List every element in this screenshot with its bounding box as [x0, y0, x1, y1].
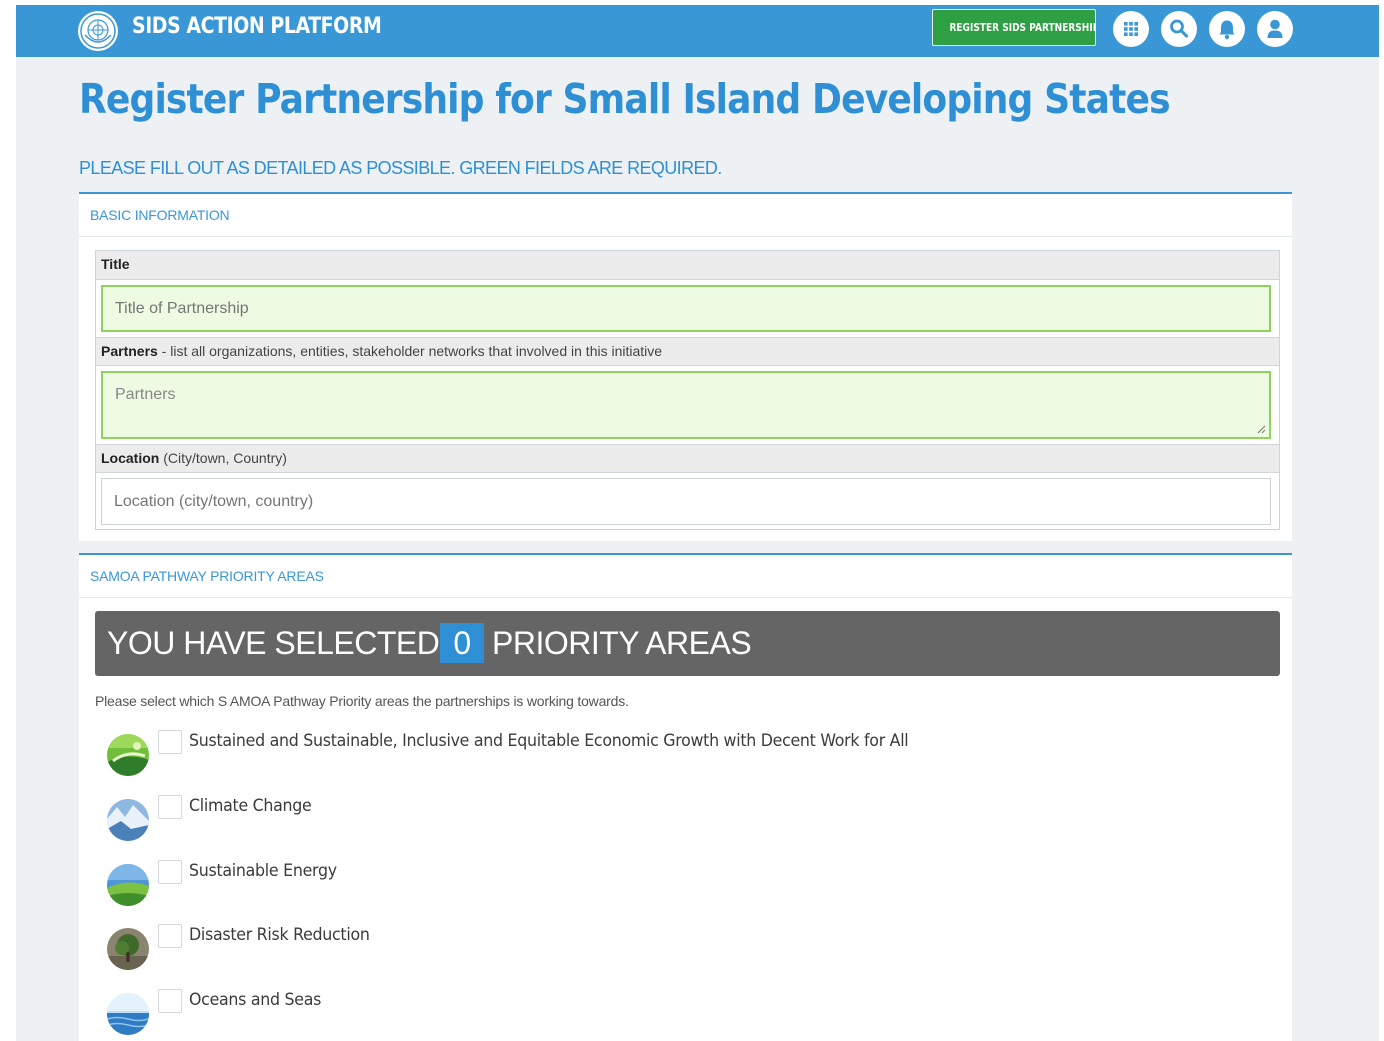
partners-label: Partners [101, 343, 158, 359]
sustainable-energy-image [107, 864, 149, 906]
priority-area-checkbox[interactable] [158, 924, 182, 948]
location-label-row: Location (City/town, Country) [96, 444, 1279, 473]
app-frame: SIDS ACTION PLATFORM REGISTER SIDS PARTN… [16, 5, 1379, 1041]
selected-suffix: PRIORITY AREAS [492, 625, 752, 661]
priority-area-label[interactable]: Climate Change [189, 796, 312, 816]
search-icon[interactable] [1161, 11, 1197, 47]
priority-area-label[interactable]: Sustained and Sustainable, Inclusive and… [189, 731, 909, 751]
oceans-and-seas-image [107, 993, 149, 1035]
register-sids-partnership-button[interactable]: REGISTER SIDS PARTNERSHIP [932, 9, 1096, 46]
selected-prefix: YOU HAVE SELECTED: [107, 625, 448, 661]
location-input[interactable] [101, 478, 1271, 525]
priority-instructions: Please select which S AMOA Pathway Prior… [95, 693, 629, 709]
basic-information-panel: BASIC INFORMATION Title Partners - list … [79, 192, 1292, 541]
title-label-row: Title [96, 251, 1279, 280]
register-button-label: REGISTER SIDS PARTNERSHIP [949, 21, 1096, 34]
selected-count-badge: 0 [440, 623, 484, 663]
title-input[interactable] [101, 285, 1271, 332]
location-hint: (City/town, Country) [159, 450, 287, 466]
partners-textarea[interactable]: Partners [101, 371, 1271, 439]
priority-area-item: Climate Change [107, 795, 1007, 841]
title-label: Title [101, 256, 130, 272]
priority-area-label[interactable]: Disaster Risk Reduction [189, 925, 370, 945]
priority-area-checkbox[interactable] [158, 989, 182, 1013]
economic-growth-image [107, 734, 149, 776]
partners-hint: - list all organizations, entities, stak… [157, 343, 663, 359]
basic-information-heading: BASIC INFORMATION [79, 194, 1292, 237]
un-emblem-logo[interactable] [78, 11, 118, 51]
partners-label-row: Partners - list all organizations, entit… [96, 337, 1279, 366]
priority-area-label[interactable]: Oceans and Seas [189, 990, 321, 1010]
partners-placeholder: Partners [115, 386, 176, 403]
priority-area-checkbox[interactable] [158, 860, 182, 884]
top-navbar: SIDS ACTION PLATFORM REGISTER SIDS PARTN… [16, 5, 1379, 57]
bell-icon[interactable] [1209, 11, 1245, 47]
priority-areas-heading: SAMOA PATHWAY PRIORITY AREAS [79, 555, 1292, 598]
basic-information-form: Title Partners - list all organizations,… [95, 250, 1280, 530]
priority-area-label[interactable]: Sustainable Energy [189, 861, 337, 881]
apps-grid-icon[interactable] [1113, 11, 1149, 47]
priority-area-checkbox[interactable] [158, 795, 182, 819]
resize-handle-icon[interactable] [1257, 425, 1266, 434]
location-label: Location [101, 450, 160, 466]
brand-title[interactable]: SIDS ACTION PLATFORM [132, 14, 382, 39]
climate-change-image [107, 799, 149, 841]
disaster-risk-reduction-image [107, 928, 149, 970]
user-icon[interactable] [1257, 11, 1293, 47]
page-title: Register Partnership for Small Island De… [79, 75, 1171, 123]
priority-area-item: Sustainable Energy [107, 860, 1007, 906]
selected-count-banner: YOU HAVE SELECTED: 0 PRIORITY AREAS [95, 611, 1280, 676]
priority-areas-panel: SAMOA PATHWAY PRIORITY AREAS YOU HAVE SE… [79, 553, 1292, 1041]
priority-area-item: Oceans and Seas [107, 989, 1007, 1035]
priority-area-item: Disaster Risk Reduction [107, 924, 1007, 970]
priority-area-item: Sustained and Sustainable, Inclusive and… [107, 730, 1007, 776]
form-instructions: PLEASE FILL OUT AS DETAILED AS POSSIBLE.… [79, 158, 722, 178]
priority-area-checkbox[interactable] [158, 730, 182, 754]
